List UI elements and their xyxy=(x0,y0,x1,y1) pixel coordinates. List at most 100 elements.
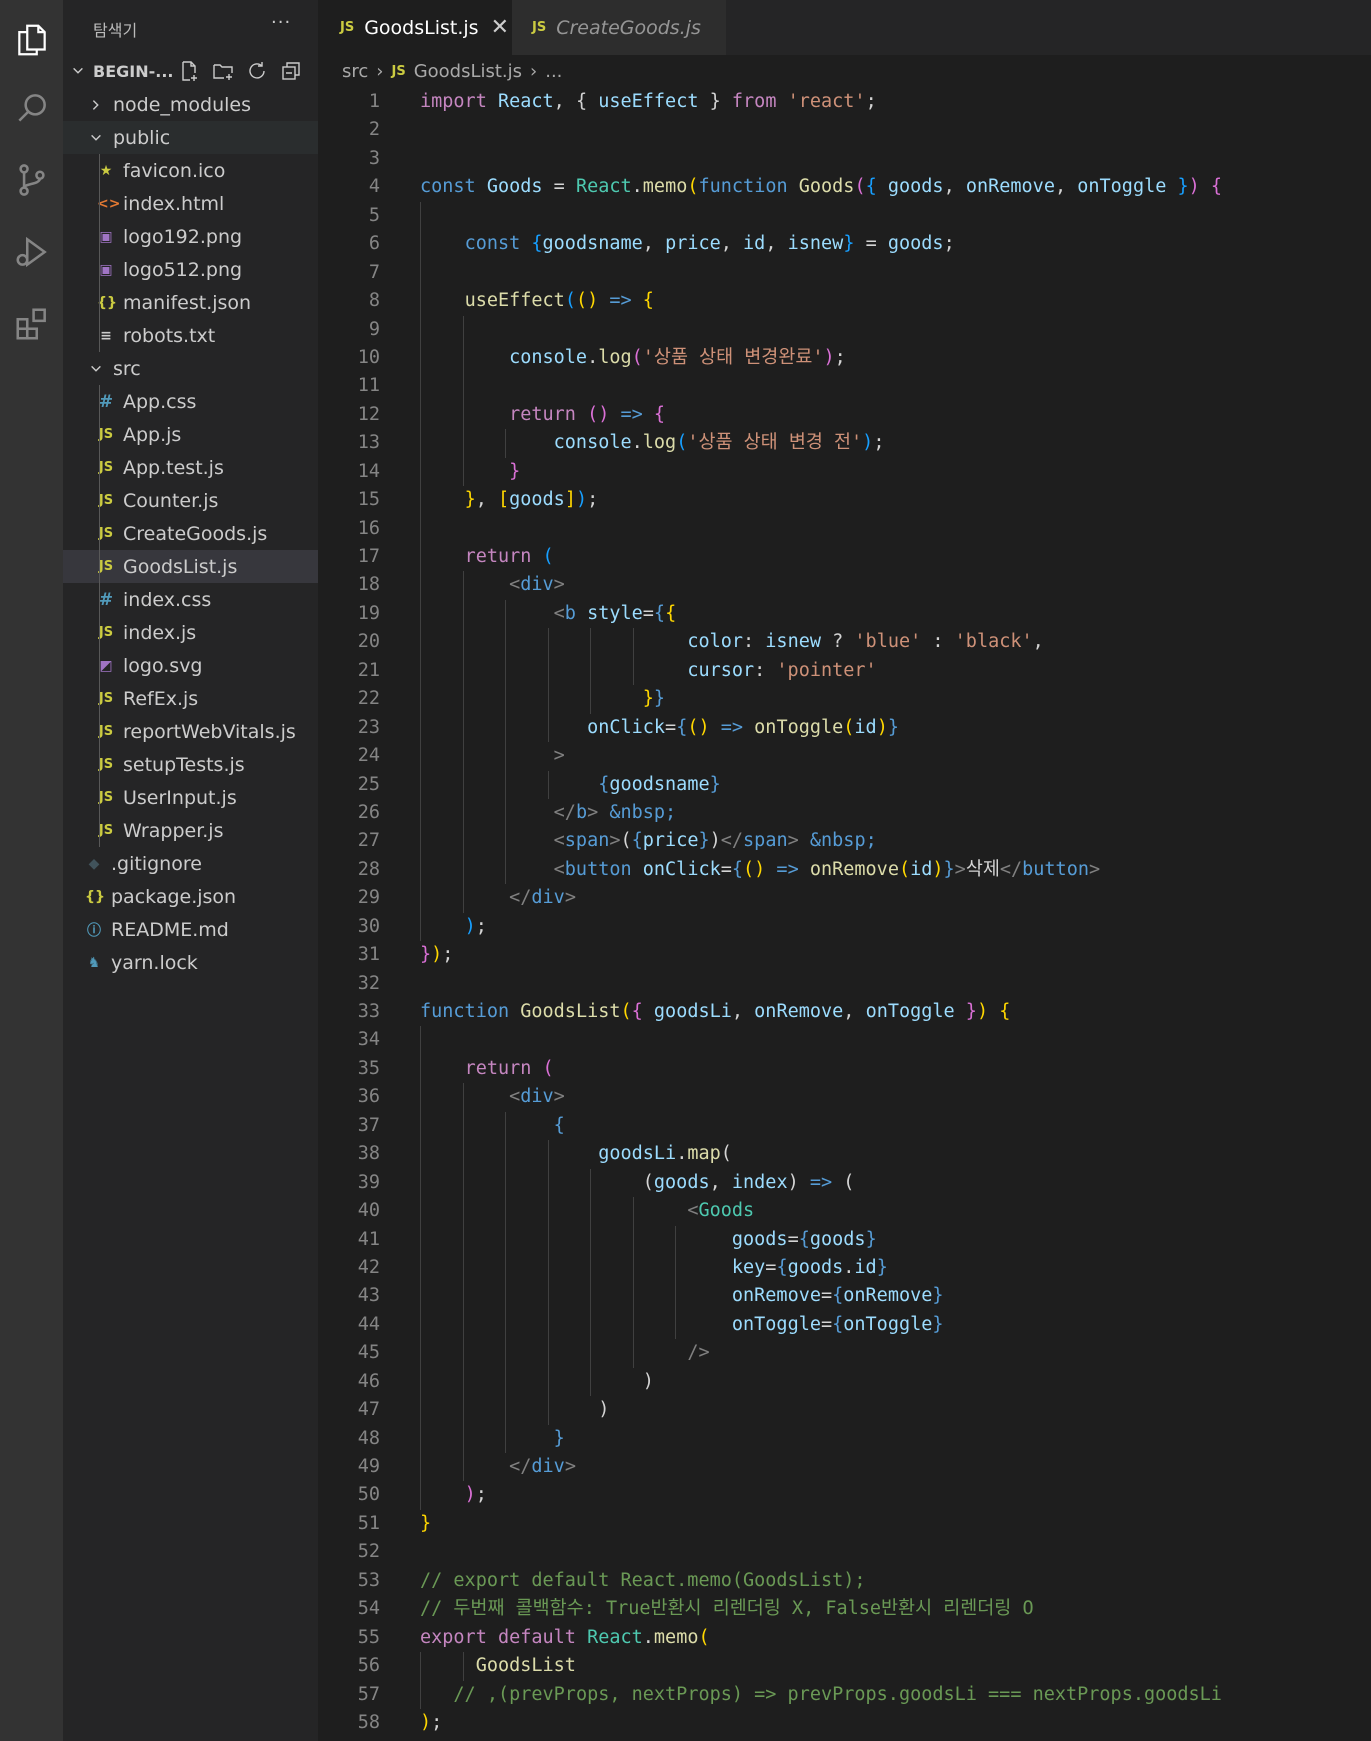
tree-item[interactable]: JS index.js xyxy=(63,616,318,649)
tree-item[interactable]: JS Counter.js xyxy=(63,484,318,517)
tree-item[interactable]: JS UserInput.js xyxy=(63,781,318,814)
line-number: 58 xyxy=(357,1711,380,1733)
new-file-icon[interactable] xyxy=(177,59,201,83)
explorer-icon[interactable] xyxy=(0,12,63,68)
code-token: , xyxy=(765,233,788,255)
line-number: 52 xyxy=(357,1541,380,1563)
code-line: 36 <div> xyxy=(318,1083,1371,1112)
source-control-icon[interactable] xyxy=(0,152,63,208)
refresh-icon[interactable] xyxy=(245,59,269,83)
code-token: ; xyxy=(943,233,955,255)
tree-item[interactable]: ▣ logo512.png xyxy=(63,253,318,286)
tree-item[interactable]: JS App.js xyxy=(63,418,318,451)
code-line: 50 ); xyxy=(318,1481,1371,1510)
code-token: = xyxy=(820,1313,833,1335)
code-token: goodsLi xyxy=(653,1001,732,1022)
tree-item[interactable]: src xyxy=(63,352,318,385)
tab-goodslist[interactable]: JS GoodsList.js ✕ xyxy=(318,0,512,55)
code-line: 1 import React, { useEffect } from 'react… xyxy=(318,88,1371,116)
tree-item[interactable]: ▣ logo192.png xyxy=(63,220,318,253)
breadcrumb-folder[interactable]: src xyxy=(342,61,368,82)
code-text: color: isnew ? 'blue' : 'black', xyxy=(420,628,1043,656)
code-token: } xyxy=(698,91,732,112)
tree-item[interactable]: node_modules xyxy=(63,88,318,121)
code-token: Goods xyxy=(798,176,855,198)
code-token: > xyxy=(553,745,565,767)
json-file-icon: {} xyxy=(85,888,105,905)
line-number: 10 xyxy=(357,346,380,368)
chevron-down-icon xyxy=(91,365,101,372)
code-line: 24 > xyxy=(318,742,1371,771)
code-token: div xyxy=(531,887,565,909)
project-header[interactable]: BEGIN-... xyxy=(63,56,318,86)
tree-item[interactable]: <> index.html xyxy=(63,187,318,220)
code-token: > xyxy=(1088,858,1101,880)
code-line: 47 ) xyxy=(318,1396,1371,1425)
tree-item[interactable]: ⓘ README.md xyxy=(63,913,318,946)
tree-item[interactable]: JS GoodsList.js xyxy=(63,550,318,583)
tree-item[interactable]: JS Wrapper.js xyxy=(63,814,318,847)
line-number: 50 xyxy=(357,1484,380,1506)
code-token: </ xyxy=(999,858,1023,880)
code-editor[interactable]: 1 import React, { useEffect } from 'react… xyxy=(318,88,1371,1737)
tree-item[interactable]: ★ favicon.ico xyxy=(63,154,318,187)
search-icon[interactable] xyxy=(0,80,63,136)
yarn-icon: ♞ xyxy=(87,954,101,971)
code-line: 46 ) xyxy=(318,1367,1371,1397)
code-token: onToggle xyxy=(865,1001,955,1022)
tree-item[interactable]: {} manifest.json xyxy=(63,286,318,319)
code-line: 44 onToggle={onToggle} xyxy=(318,1310,1371,1340)
line-number: 6 xyxy=(368,233,380,255)
extensions-icon[interactable] xyxy=(0,296,63,352)
line-number: 54 xyxy=(357,1598,380,1620)
code-token: > xyxy=(553,574,565,596)
breadcrumb-file[interactable]: GoodsList.js xyxy=(414,61,522,82)
indent-guide xyxy=(420,315,421,344)
code-token: log xyxy=(642,432,677,454)
tree-item[interactable]: JS RefEx.js xyxy=(63,682,318,715)
tree-item[interactable]: JS CreateGoods.js xyxy=(63,517,318,550)
line-number: 38 xyxy=(357,1143,380,1165)
tree-item[interactable]: # App.css xyxy=(63,385,318,418)
tab-label: GoodsList.js xyxy=(364,16,479,39)
breadcrumb-symbol[interactable]: ... xyxy=(545,61,562,82)
code-token: { xyxy=(865,176,888,198)
tree-item[interactable]: ♞ yarn.lock xyxy=(63,946,318,979)
code-token: ( xyxy=(698,1626,710,1648)
tree-item[interactable]: public xyxy=(63,121,318,154)
tree-item[interactable]: # index.css xyxy=(63,583,318,616)
line-number: 34 xyxy=(357,1029,380,1051)
code-token: 'react' xyxy=(787,91,866,112)
code-token: { xyxy=(999,1001,1011,1022)
tree-item[interactable]: JS setupTests.js xyxy=(63,748,318,781)
tab-creategoods[interactable]: JS CreateGoods.js xyxy=(512,0,726,55)
line-number: 48 xyxy=(357,1427,380,1449)
tree-item[interactable]: ◩ logo.svg xyxy=(63,649,318,682)
code-token: ) xyxy=(1188,176,1200,198)
more-actions-icon[interactable]: ··· xyxy=(271,12,291,33)
run-debug-icon[interactable] xyxy=(0,224,63,280)
collapse-all-icon[interactable] xyxy=(279,59,303,83)
code-token: { xyxy=(776,1256,788,1278)
code-token: id xyxy=(743,233,766,255)
code-line: 26 </b> &nbsp; xyxy=(318,798,1371,828)
tree-item[interactable]: JS App.test.js xyxy=(63,451,318,484)
tree-item[interactable]: JS reportWebVitals.js xyxy=(63,715,318,748)
indent-guide xyxy=(420,201,421,231)
code-line: 11 xyxy=(318,372,1371,401)
tree-item[interactable]: ≡ robots.txt xyxy=(63,319,318,352)
code-token: { xyxy=(631,1001,654,1022)
code-token: button xyxy=(564,858,643,880)
code-token: onRemove xyxy=(843,1285,933,1307)
tree-item[interactable]: {} package.json xyxy=(63,880,318,913)
new-folder-icon[interactable] xyxy=(211,59,235,83)
tree-item[interactable]: ◆ .gitignore xyxy=(63,847,318,880)
code-token: log xyxy=(598,346,632,368)
close-icon[interactable]: ✕ xyxy=(491,15,509,40)
code-line: 20 color: isnew ? 'blue' : 'black', xyxy=(318,628,1371,657)
code-token: = xyxy=(720,858,732,880)
